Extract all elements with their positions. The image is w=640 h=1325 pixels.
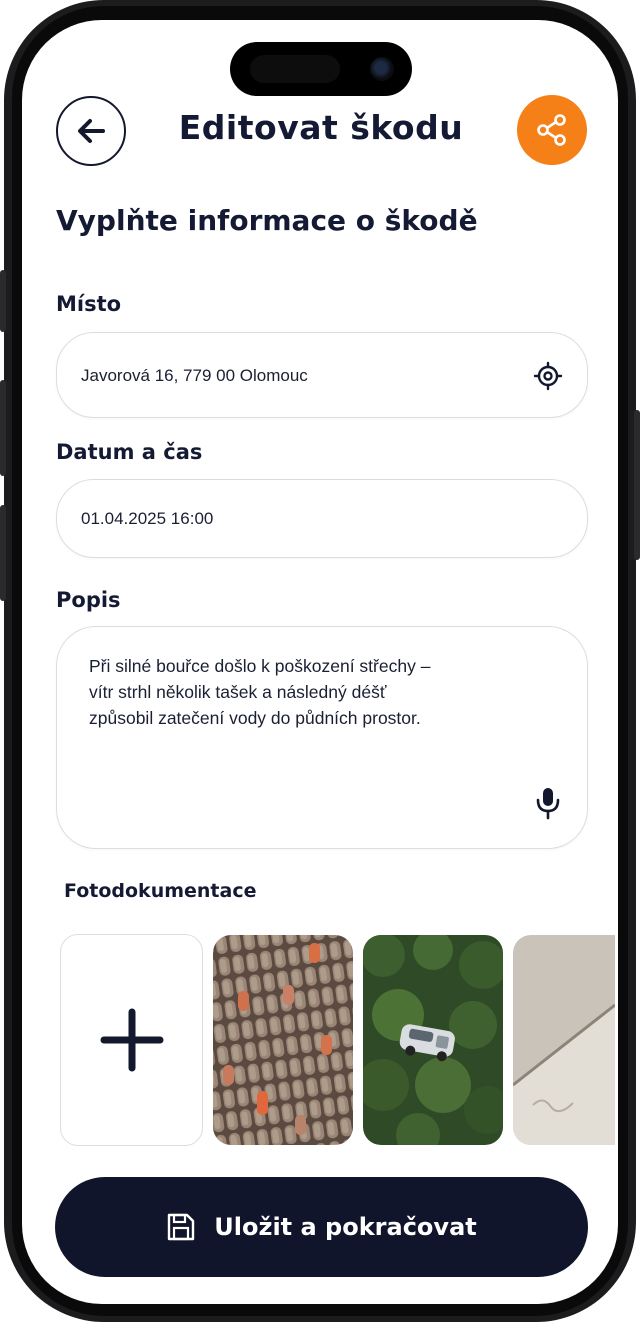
location-value: Javorová 16, 779 00 Olomouc (81, 366, 308, 385)
sensor (250, 55, 340, 83)
page-title: Editovat škodu (178, 108, 464, 147)
location-label: Místo (56, 292, 122, 316)
share-icon (537, 114, 566, 146)
locate-target-icon[interactable] (533, 361, 563, 395)
back-button[interactable] (56, 96, 126, 166)
save-continue-button[interactable]: Uložit a pokračovat (55, 1177, 588, 1277)
damaged-car-photo[interactable] (363, 935, 503, 1145)
microphone-icon[interactable] (535, 786, 561, 824)
description-label: Popis (56, 588, 121, 612)
description-textarea[interactable]: Při silné bouřce došlo k poškození střec… (56, 626, 588, 849)
description-value: Při silné bouřce došlo k poškození střec… (89, 653, 529, 731)
add-photo-button[interactable] (60, 934, 203, 1146)
floppy-disk-icon (168, 1213, 195, 1241)
description-line: vítr strhl několik tašek a následný déšť (89, 682, 387, 702)
form-subtitle: Vyplňte informace o škodě (56, 204, 478, 237)
datetime-label: Datum a čas (56, 440, 203, 464)
share-button[interactable] (517, 95, 587, 165)
side-button (634, 410, 640, 560)
arrow-left-icon (78, 119, 105, 143)
dynamic-island (230, 42, 412, 96)
roof-tiles-photo[interactable] (213, 935, 353, 1145)
location-field[interactable]: Javorová 16, 779 00 Olomouc (56, 332, 588, 418)
description-line: Při silné bouřce došlo k poškození střec… (89, 656, 431, 676)
side-button (0, 270, 6, 332)
datetime-value: 01.04.2025 16:00 (81, 509, 214, 528)
plus-icon (100, 1008, 163, 1072)
description-line: způsobil zatečení vody do půdních prosto… (89, 708, 421, 728)
photo-section-label: Fotodokumentace (64, 880, 257, 902)
save-button-label: Uložit a pokračovat (214, 1213, 477, 1241)
front-camera (370, 57, 394, 81)
side-button (0, 380, 6, 476)
side-button (0, 505, 6, 601)
datetime-field[interactable]: 01.04.2025 16:00 (56, 479, 588, 558)
wall-crack-photo[interactable] (513, 935, 615, 1145)
